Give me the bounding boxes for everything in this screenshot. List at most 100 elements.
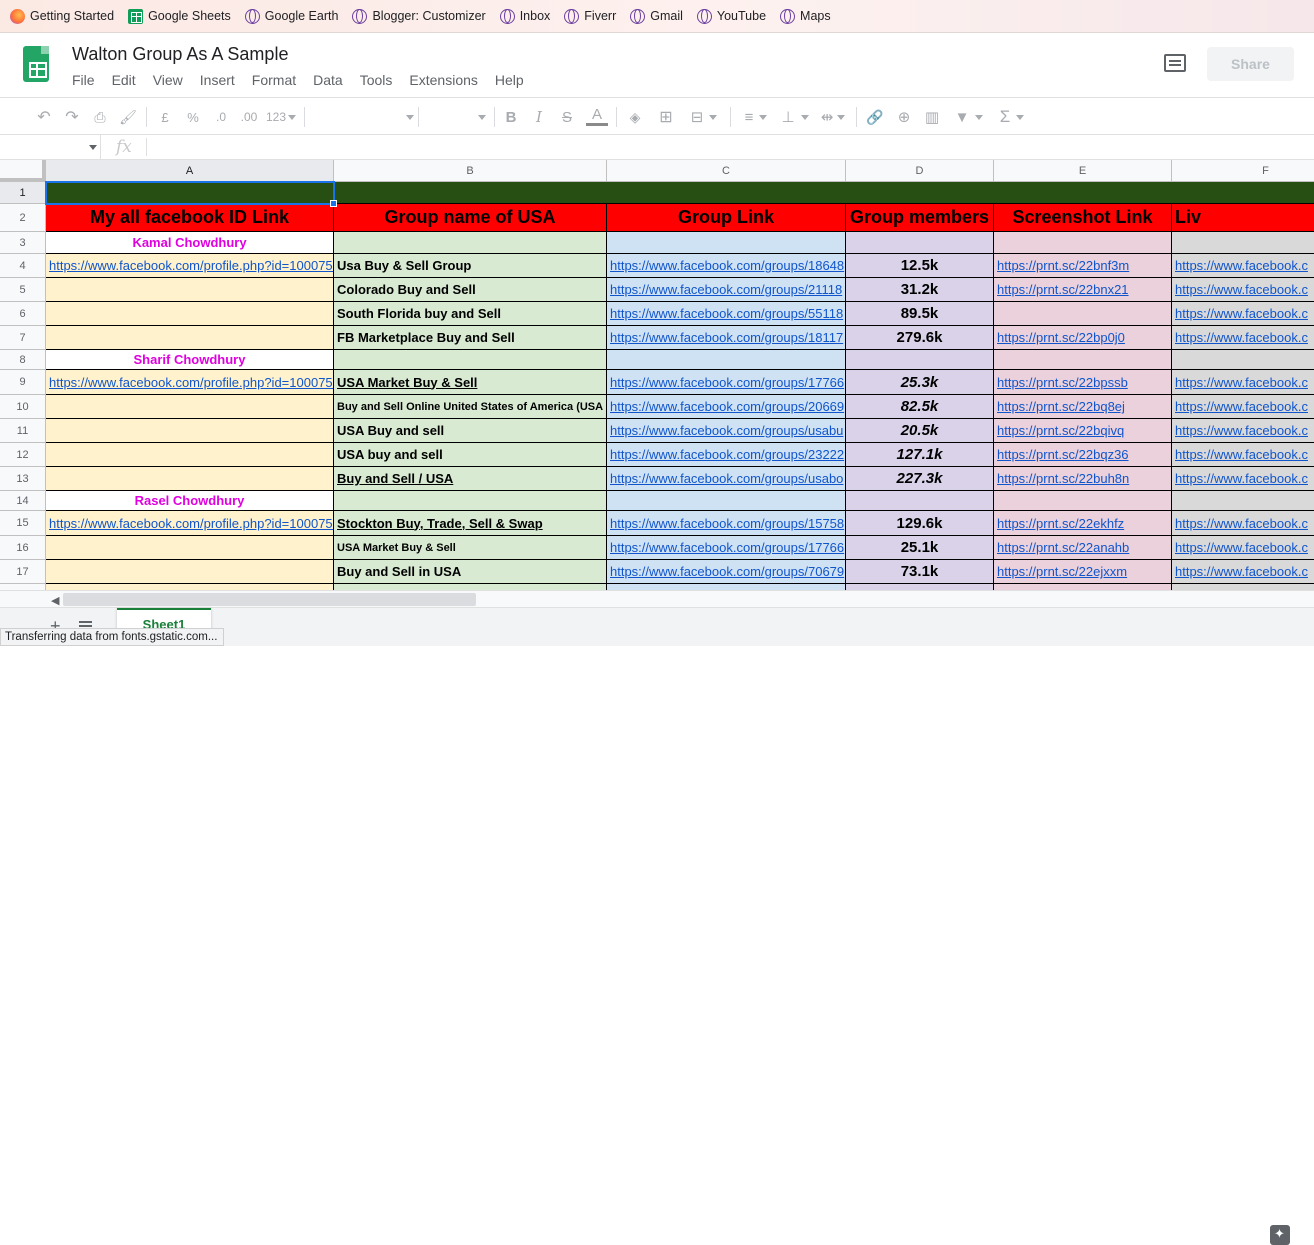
row-header-17[interactable]: 17 <box>0 560 46 584</box>
menu-tools[interactable]: Tools <box>360 72 393 88</box>
group-members-cell[interactable]: 25.1k <box>846 536 994 560</box>
menu-view[interactable]: View <box>153 72 183 88</box>
italic-icon[interactable]: I <box>530 106 548 128</box>
empty-cell[interactable] <box>46 467 334 491</box>
group-members-cell[interactable]: 73.1k <box>846 560 994 584</box>
group-members-cell[interactable]: 227.3k <box>846 467 994 491</box>
group-name-cell[interactable]: USA Buy and sell <box>334 419 607 443</box>
screenshot-link-cell[interactable]: https://prnt.sc/22ekhfz <box>994 511 1172 536</box>
group-members-cell[interactable]: 12.5k <box>846 254 994 278</box>
empty-cell[interactable] <box>1172 232 1314 254</box>
screenshot-link-cell[interactable]: https://prnt.sc/22bnx21 <box>994 278 1172 302</box>
group-link-cell[interactable]: https://www.facebook.com/groups/18648 <box>607 254 846 278</box>
percent-format-button[interactable]: % <box>184 106 202 128</box>
live-link-cell[interactable]: https://www.facebook.c <box>1172 395 1314 419</box>
screenshot-link-cell[interactable]: https://prnt.sc/22bpssb <box>994 370 1172 395</box>
row-header-12[interactable]: 12 <box>0 443 46 467</box>
bookmark-inbox[interactable]: Inbox <box>499 8 550 24</box>
menu-format[interactable]: Format <box>252 72 296 88</box>
empty-cell[interactable] <box>607 232 846 254</box>
group-name-cell[interactable]: USA Market Buy & Sell <box>334 536 607 560</box>
group-name-cell[interactable]: Buy and Sell / USA <box>334 467 607 491</box>
horizontal-align-icon[interactable]: ≡ <box>738 106 774 128</box>
column-header-b[interactable]: B <box>334 160 607 182</box>
screenshot-link-cell[interactable]: https://prnt.sc/22anahb <box>994 536 1172 560</box>
filter-icon[interactable]: ▼ <box>950 106 988 128</box>
currency-format-button[interactable]: £ <box>156 106 174 128</box>
font-size-dropdown[interactable] <box>424 106 486 128</box>
group-name-cell[interactable]: Colorado Buy and Sell <box>334 278 607 302</box>
column-title-cell[interactable]: Group members <box>846 204 994 232</box>
bookmark-google-earth[interactable]: Google Earth <box>244 8 338 24</box>
bookmark-getting-started[interactable]: Getting Started <box>10 8 114 24</box>
empty-cell[interactable] <box>994 491 1172 511</box>
live-link-cell[interactable]: https://www.facebook.c <box>1172 536 1314 560</box>
empty-cell[interactable] <box>994 232 1172 254</box>
row-header-8[interactable]: 8 <box>0 350 46 370</box>
menu-data[interactable]: Data <box>313 72 343 88</box>
paint-format-icon[interactable]: 🖌 <box>118 106 138 128</box>
column-header-e[interactable]: E <box>994 160 1172 182</box>
bookmark-google-sheets[interactable]: Google Sheets <box>128 8 231 24</box>
row-header-7[interactable]: 7 <box>0 326 46 350</box>
group-name-cell[interactable]: USA buy and sell <box>334 443 607 467</box>
increase-decimal-button[interactable]: .00 <box>237 106 261 128</box>
screenshot-link-cell[interactable]: https://prnt.sc/22bqz36 <box>994 443 1172 467</box>
empty-cell[interactable] <box>46 536 334 560</box>
horizontal-scrollbar[interactable]: ◀ <box>0 590 1314 607</box>
more-formats-dropdown[interactable]: 123 <box>264 106 298 128</box>
profile-link-cell[interactable]: https://www.facebook.com/profile.php?id=… <box>46 511 334 536</box>
empty-cell[interactable] <box>46 560 334 584</box>
empty-cell[interactable] <box>1172 491 1314 511</box>
redo-icon[interactable]: ↷ <box>62 106 82 128</box>
row-header-14[interactable]: 14 <box>0 491 46 511</box>
bookmark-youtube[interactable]: YouTube <box>696 8 766 24</box>
live-link-cell[interactable]: https://www.facebook.c <box>1172 278 1314 302</box>
group-name-cell[interactable]: South Florida buy and Sell <box>334 302 607 326</box>
live-link-cell[interactable]: https://www.facebook.c <box>1172 511 1314 536</box>
borders-icon[interactable]: ⊞ <box>656 106 676 128</box>
empty-cell[interactable] <box>334 350 607 370</box>
live-link-cell[interactable]: https://www.facebook.c <box>1172 467 1314 491</box>
screenshot-link-cell[interactable]: https://prnt.sc/22bq8ej <box>994 395 1172 419</box>
comments-icon[interactable] <box>1164 54 1186 72</box>
insert-chart-icon[interactable]: ▥ <box>922 106 942 128</box>
person-name-cell[interactable]: Sharif Chowdhury <box>46 350 334 370</box>
group-link-cell[interactable]: https://www.facebook.com/groups/17766 <box>607 536 846 560</box>
group-members-cell[interactable]: 82.5k <box>846 395 994 419</box>
menu-help[interactable]: Help <box>495 72 524 88</box>
empty-cell[interactable] <box>846 491 994 511</box>
column-title-cell[interactable]: Group name of USA <box>334 204 607 232</box>
row-header-5[interactable]: 5 <box>0 278 46 302</box>
screenshot-link-cell[interactable]: https://prnt.sc/22bqivq <box>994 419 1172 443</box>
row-header-16[interactable]: 16 <box>0 536 46 560</box>
print-icon[interactable]: ⎙ <box>90 106 110 128</box>
select-all-corner[interactable] <box>0 160 46 182</box>
font-family-dropdown[interactable] <box>310 106 414 128</box>
bookmark-gmail[interactable]: Gmail <box>630 8 683 24</box>
row-header-3[interactable]: 3 <box>0 232 46 254</box>
row-header-10[interactable]: 10 <box>0 395 46 419</box>
group-link-cell[interactable]: https://www.facebook.com/groups/18117 <box>607 326 846 350</box>
share-button[interactable]: Share <box>1207 47 1294 81</box>
live-link-cell[interactable]: https://www.facebook.c <box>1172 443 1314 467</box>
formula-input[interactable] <box>150 135 1310 159</box>
group-link-cell[interactable]: https://www.facebook.com/groups/17766 <box>607 370 846 395</box>
group-link-cell[interactable]: https://www.facebook.com/groups/70679 <box>607 560 846 584</box>
person-name-cell[interactable]: Kamal Chowdhury <box>46 232 334 254</box>
undo-icon[interactable]: ↶ <box>34 106 54 128</box>
empty-cell[interactable] <box>46 326 334 350</box>
person-name-cell[interactable]: Rasel Chowdhury <box>46 491 334 511</box>
group-members-cell[interactable]: 127.1k <box>846 443 994 467</box>
group-members-cell[interactable]: 25.3k <box>846 370 994 395</box>
screenshot-link-cell[interactable]: https://prnt.sc/22bnf3m <box>994 254 1172 278</box>
group-link-cell[interactable]: https://www.facebook.com/groups/15758 <box>607 511 846 536</box>
group-name-cell[interactable]: FB Marketplace Buy and Sell <box>334 326 607 350</box>
group-link-cell[interactable]: https://www.facebook.com/groups/usabo <box>607 467 846 491</box>
empty-cell[interactable] <box>1172 350 1314 370</box>
row-header-15[interactable]: 15 <box>0 511 46 536</box>
screenshot-link-cell[interactable]: https://prnt.sc/22buh8n <box>994 467 1172 491</box>
scrollbar-thumb[interactable] <box>63 593 476 606</box>
live-link-cell[interactable]: https://www.facebook.c <box>1172 326 1314 350</box>
group-members-cell[interactable]: 89.5k <box>846 302 994 326</box>
